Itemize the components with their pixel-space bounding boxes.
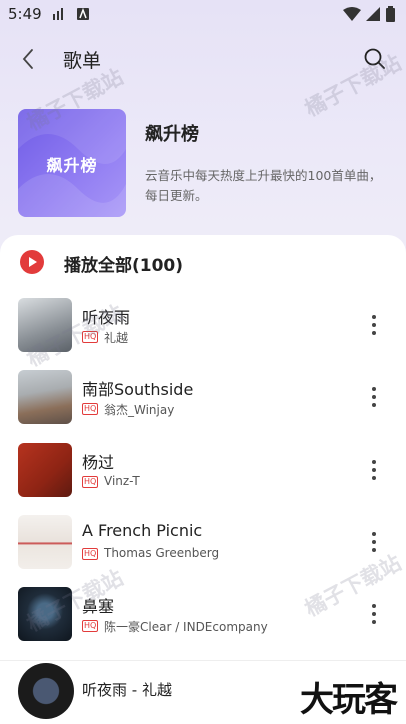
cover-title: 飙升榜: [46, 156, 98, 175]
song-artist: Thomas Greenberg: [104, 546, 220, 560]
song-title: 杨过: [82, 453, 115, 472]
song-artist: Vinz-T: [104, 474, 140, 488]
album-art: [18, 370, 72, 424]
more-options-icon[interactable]: [366, 457, 382, 483]
cell-signal-icon: [366, 7, 380, 21]
back-arrow-icon[interactable]: [16, 46, 42, 72]
signal-bars-icon: [53, 8, 63, 20]
album-art: [18, 515, 72, 569]
album-art: [18, 443, 72, 497]
hq-badge: HQ: [82, 548, 99, 560]
hq-badge: HQ: [82, 476, 99, 488]
song-row[interactable]: 南部Southside HQ 翁杰_Winjay: [0, 370, 406, 442]
brand-logo: 大玩客: [300, 680, 398, 720]
play-all-label: 播放全部(100): [64, 256, 184, 276]
song-title: 南部Southside: [82, 380, 194, 399]
status-time: 5:49: [8, 5, 42, 23]
play-circle-icon[interactable]: [20, 250, 44, 274]
now-playing-disc[interactable]: [18, 663, 74, 719]
status-bar: 5:49: [0, 0, 406, 28]
app-notification-icon: [77, 8, 89, 20]
song-row[interactable]: 杨过 HQ Vinz-T: [0, 443, 406, 515]
song-title: A French Picnic: [82, 521, 203, 540]
wifi-icon: [343, 7, 361, 21]
song-artist: 翁杰_Winjay: [104, 403, 175, 417]
playlist-name: 飙升榜: [145, 124, 199, 145]
playlist-description: 云音乐中每天热度上升最快的100首单曲，每日更新。: [145, 168, 382, 203]
battery-icon: [386, 6, 395, 22]
more-options-icon[interactable]: [366, 601, 382, 627]
song-artist: 陈一豪Clear / INDEcompany: [104, 620, 268, 634]
more-options-icon[interactable]: [366, 529, 382, 555]
hq-badge: HQ: [82, 620, 99, 632]
more-options-icon[interactable]: [366, 384, 382, 410]
now-playing-title: 听夜雨 - 礼越: [82, 681, 172, 699]
page-title: 歌单: [63, 50, 102, 72]
hq-badge: HQ: [82, 403, 99, 415]
more-options-icon[interactable]: [366, 312, 382, 338]
